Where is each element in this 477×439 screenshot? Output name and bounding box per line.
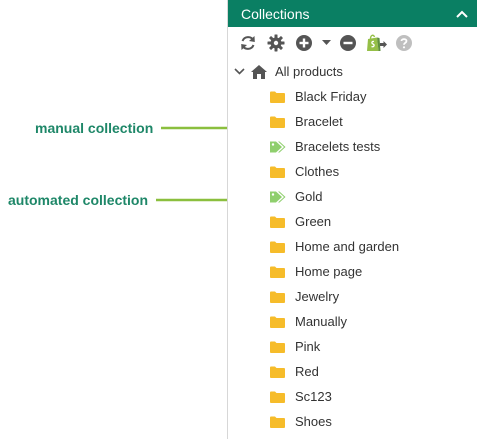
folder-icon (269, 239, 287, 255)
manual-collection-label: manual collection (35, 120, 154, 136)
tree-root-all-products[interactable]: All products (228, 59, 477, 84)
folder-icon (269, 114, 287, 130)
tree-item[interactable]: Home and garden (228, 234, 477, 259)
remove-icon[interactable] (336, 31, 360, 55)
shopify-export-icon[interactable] (364, 31, 388, 55)
gear-icon[interactable] (264, 31, 288, 55)
tree-item[interactable]: Shoes (228, 409, 477, 434)
dropdown-caret-icon[interactable] (320, 31, 332, 55)
home-icon (250, 64, 268, 80)
tree-item[interactable]: Bracelets tests (228, 134, 477, 159)
folder-icon (269, 214, 287, 230)
tree-item-label: Black Friday (295, 89, 367, 104)
folder-icon (269, 389, 287, 405)
folder-icon (269, 264, 287, 280)
chevron-down-icon[interactable] (232, 65, 246, 79)
tree-item-label: Jewelry (295, 289, 340, 304)
tag-icon (269, 139, 287, 155)
tree-item-label: Red (295, 364, 319, 379)
tree-item[interactable]: Manually (228, 309, 477, 334)
tree-item[interactable]: Pink (228, 334, 477, 359)
tree-item-label: Manually (295, 314, 348, 329)
tree-item-label: Home page (295, 264, 363, 279)
tree-item[interactable]: Red (228, 359, 477, 384)
tree-item-label: Shoes (295, 414, 332, 429)
toolbar (228, 27, 477, 59)
tree-item-label: Gold (295, 189, 323, 204)
folder-icon (269, 289, 287, 305)
folder-icon (269, 164, 287, 180)
folder-icon (269, 364, 287, 380)
stage: manual collection automated collection C… (0, 0, 477, 439)
tree-item-label: Bracelet (295, 114, 343, 129)
tree-root-label: All products (275, 64, 343, 79)
tree-item[interactable]: Gold (228, 184, 477, 209)
tree-item-label: Home and garden (295, 239, 400, 254)
folder-icon (269, 339, 287, 355)
tree-item[interactable]: Black Friday (228, 84, 477, 109)
tree-item[interactable]: Home page (228, 259, 477, 284)
chevron-up-icon[interactable] (454, 6, 470, 22)
panel-header: Collections (228, 0, 477, 27)
automated-collection-label: automated collection (8, 192, 149, 208)
tree-item[interactable]: Bracelet (228, 109, 477, 134)
folder-icon (269, 314, 287, 330)
tag-icon (269, 189, 287, 205)
manual-collection-annotation: manual collection (35, 120, 253, 136)
tree-item-label: Pink (295, 339, 321, 354)
automated-collection-annotation: automated collection (8, 192, 246, 208)
panel-title: Collections (241, 5, 310, 22)
folder-icon (269, 89, 287, 105)
tree-item-label: Sc123 (295, 389, 332, 404)
add-icon[interactable] (292, 31, 316, 55)
folder-icon (269, 414, 287, 430)
collections-tree: All products Black Friday Bracelet Bracele… (228, 59, 477, 434)
tree-item[interactable]: Jewelry (228, 284, 477, 309)
tree-item-label: Clothes (295, 164, 340, 179)
tree-item[interactable]: Green (228, 209, 477, 234)
tree-item[interactable]: Clothes (228, 159, 477, 184)
tree-items: Black Friday Bracelet Bracelets tests Cloth… (228, 84, 477, 434)
tree-item[interactable]: Sc123 (228, 384, 477, 409)
tree-item-label: Bracelets tests (295, 139, 381, 154)
collections-panel: Collections All products Black Friday Br… (227, 0, 477, 439)
tree-item-label: Green (295, 214, 332, 229)
refresh-icon[interactable] (236, 31, 260, 55)
help-icon[interactable] (392, 31, 416, 55)
